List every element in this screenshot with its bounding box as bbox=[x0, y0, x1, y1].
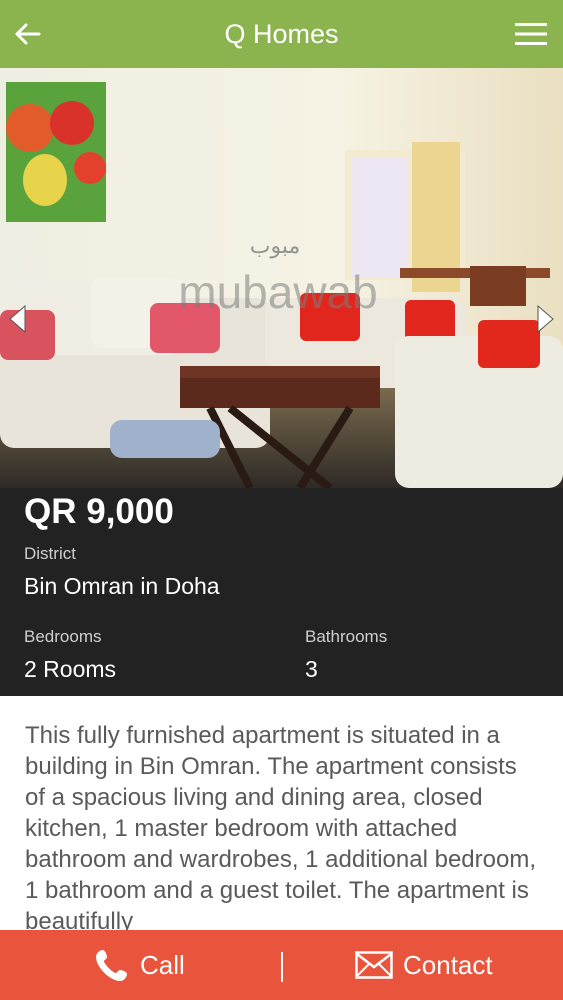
hamburger-menu-icon[interactable] bbox=[513, 18, 549, 50]
action-divider bbox=[281, 952, 283, 982]
bathrooms-value: 3 bbox=[305, 656, 318, 682]
watermark-arabic: مبوب bbox=[250, 233, 301, 259]
bathrooms-label: Bathrooms bbox=[305, 627, 388, 646]
contact-label: Contact bbox=[403, 949, 493, 980]
watermark-latin: mubawab bbox=[178, 266, 377, 318]
district-label: District bbox=[24, 544, 76, 563]
envelope-icon bbox=[355, 951, 393, 979]
listing-summary: QR 9,000 District Bin Omran in Doha Bedr… bbox=[0, 488, 563, 696]
chevron-right-icon[interactable] bbox=[531, 300, 561, 338]
chevron-left-icon[interactable] bbox=[2, 300, 32, 338]
call-label: Call bbox=[140, 949, 185, 980]
bedrooms-label: Bedrooms bbox=[24, 627, 102, 646]
listing-price: QR 9,000 bbox=[24, 492, 174, 531]
contact-button[interactable]: Contact bbox=[355, 930, 493, 1000]
app-bar: Q Homes bbox=[0, 0, 563, 68]
district-value: Bin Omran in Doha bbox=[24, 573, 220, 599]
phone-icon bbox=[96, 950, 127, 981]
listing-description: This fully furnished apartment is situat… bbox=[25, 722, 536, 935]
call-button[interactable]: Call bbox=[94, 930, 185, 1000]
listing-photo[interactable]: مبوب mubawab bbox=[0, 68, 563, 488]
app-title: Q Homes bbox=[224, 19, 339, 49]
action-bar: Call Contact bbox=[0, 930, 563, 1000]
bedrooms-value: 2 Rooms bbox=[24, 656, 117, 682]
